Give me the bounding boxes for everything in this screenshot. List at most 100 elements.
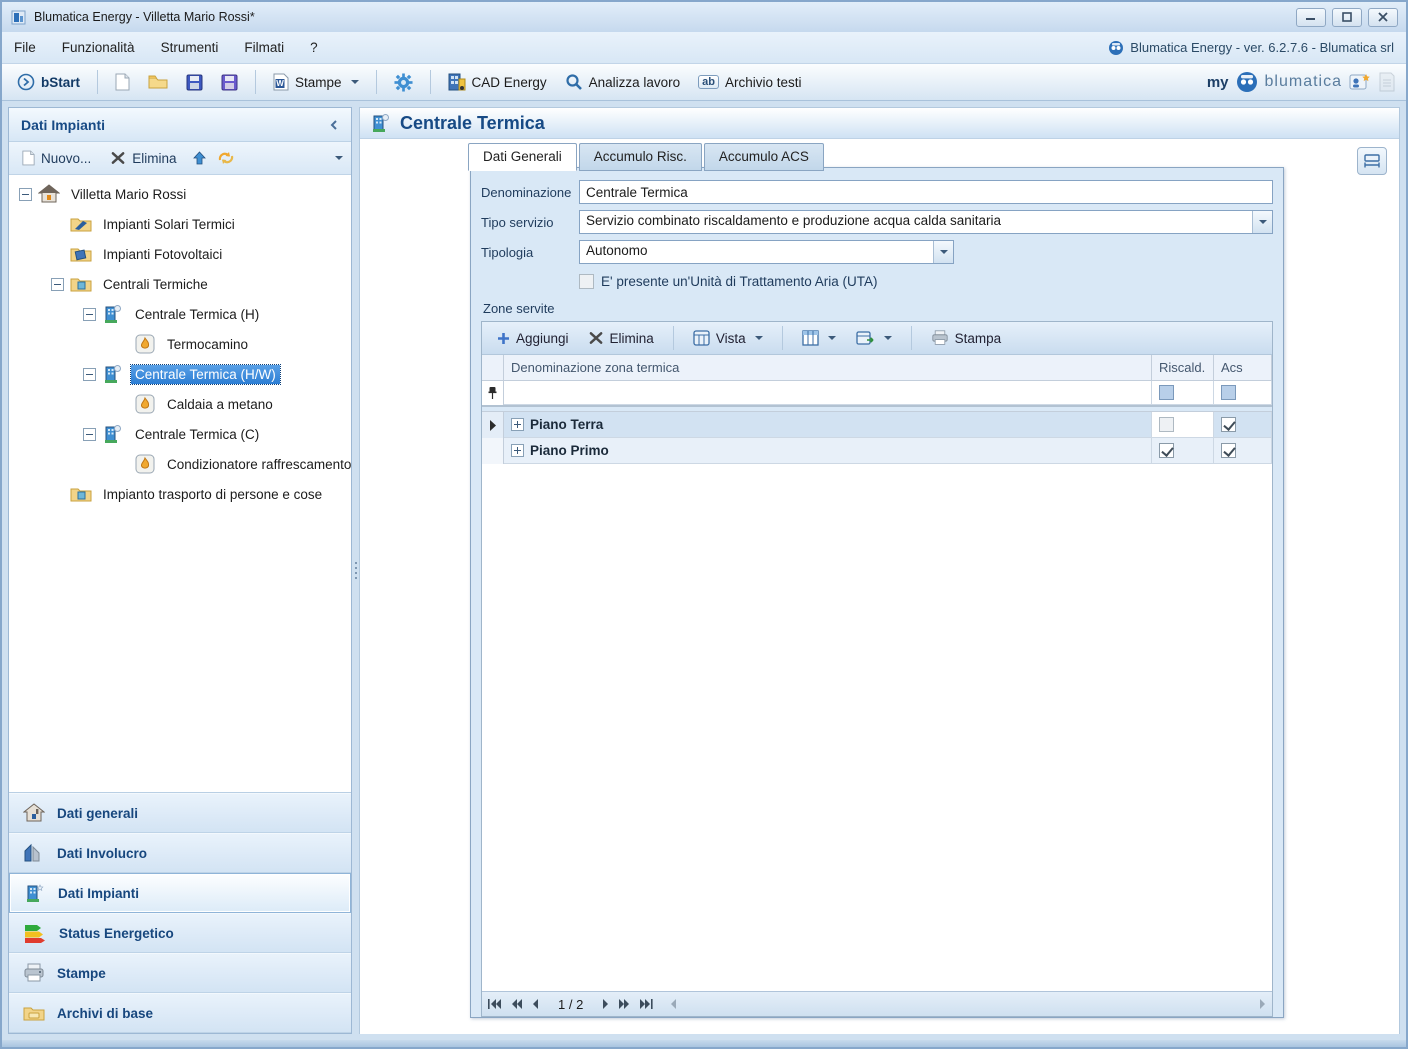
my-blumatica-logo-icon[interactable] <box>1236 71 1258 93</box>
uta-checkbox[interactable] <box>579 274 594 289</box>
acs-checkbox[interactable] <box>1214 412 1272 438</box>
aggiungi-button[interactable]: Aggiungi <box>492 328 574 349</box>
expand-row-icon[interactable] <box>511 418 524 431</box>
nav-status-energetico[interactable]: Status Energetico <box>9 913 351 953</box>
expand-row-icon[interactable] <box>511 444 524 457</box>
elimina-button[interactable]: Elimina <box>106 148 181 169</box>
tipo-servizio-select[interactable]: Servizio combinato riscaldamento e produ… <box>579 210 1273 234</box>
table-row-piano-terra[interactable]: Piano Terra <box>482 412 1272 438</box>
column-acs[interactable]: Acs <box>1214 355 1272 380</box>
tree-options-dropdown-icon[interactable] <box>335 156 343 160</box>
chevron-down-icon[interactable] <box>933 241 953 263</box>
collapse-node-icon[interactable] <box>19 188 32 201</box>
nav-stampe[interactable]: Stampe <box>9 953 351 993</box>
filter-name-input[interactable] <box>504 381 1152 405</box>
collapse-panel-icon[interactable] <box>329 119 339 131</box>
minimize-button[interactable] <box>1296 8 1326 27</box>
nav-dati-involucro[interactable]: Dati Involucro <box>9 833 351 873</box>
tree-item-condizionatore[interactable]: Condizionatore raffrescamento <box>9 449 351 479</box>
menu-help[interactable]: ? <box>310 40 318 55</box>
last-page-button[interactable] <box>639 999 653 1009</box>
maximize-button[interactable] <box>1332 8 1362 27</box>
menu-strumenti[interactable]: Strumenti <box>161 40 219 55</box>
riscald-checkbox[interactable] <box>1152 412 1214 438</box>
vista-button[interactable]: Vista <box>688 327 768 349</box>
panel-splitter[interactable] <box>352 107 359 1034</box>
tree-item-centrali-termiche[interactable]: Centrali Termiche <box>9 269 351 299</box>
tab-accumulo-acs[interactable]: Accumulo ACS <box>704 143 824 171</box>
tree-item-villetta[interactable]: Villetta Mario Rossi <box>9 179 351 209</box>
fast-next-button[interactable] <box>618 999 630 1009</box>
move-up-icon[interactable] <box>192 151 207 166</box>
nav-archivi-di-base[interactable]: Archivi di base <box>9 993 351 1033</box>
prev-page-button[interactable] <box>532 999 539 1009</box>
refresh-icon[interactable] <box>217 150 235 166</box>
menu-filmati[interactable]: Filmati <box>244 40 284 55</box>
analizza-lavoro-button[interactable]: Analizza lavoro <box>560 70 686 94</box>
riscald-checkbox[interactable] <box>1152 438 1214 464</box>
settings-button[interactable] <box>389 70 418 95</box>
open-folder-icon <box>148 74 168 90</box>
chevron-down-icon <box>884 336 892 340</box>
tab-accumulo-risc[interactable]: Accumulo Risc. <box>579 143 702 171</box>
open-button[interactable] <box>143 71 173 93</box>
column-chooser-button[interactable] <box>797 327 841 349</box>
first-page-button[interactable] <box>488 999 502 1009</box>
scroll-right-icon[interactable] <box>1259 999 1266 1009</box>
export-button[interactable] <box>851 327 897 349</box>
column-riscald[interactable]: Riscald. <box>1152 355 1214 380</box>
bstart-button[interactable]: bStart <box>12 70 85 94</box>
pin-icon[interactable] <box>482 381 504 405</box>
stampa-button[interactable]: Stampa <box>926 327 1007 349</box>
collapse-node-icon[interactable] <box>83 368 96 381</box>
nuovo-button[interactable]: Nuovo... <box>17 147 96 169</box>
cad-energy-button[interactable]: CAD Energy <box>443 70 552 94</box>
save-all-button[interactable] <box>216 71 243 94</box>
tree-item-termocamino[interactable]: Termocamino <box>9 329 351 359</box>
toolbar-separator <box>97 70 98 94</box>
menu-funzionalita[interactable]: Funzionalità <box>62 40 135 55</box>
printer-icon <box>23 963 45 983</box>
view-grid-icon <box>693 330 710 346</box>
filter-riscald-checkbox[interactable] <box>1152 381 1214 405</box>
table-row-piano-primo[interactable]: Piano Primo <box>482 438 1272 464</box>
filter-acs-checkbox[interactable] <box>1214 381 1272 405</box>
my-blumatica-link[interactable]: my <box>1207 74 1229 91</box>
archivio-testi-button[interactable]: ab Archivio testi <box>693 72 806 93</box>
module-nav: Dati generali Dati Involucro Dati Impian… <box>9 792 351 1033</box>
tree-item-trasporto[interactable]: Impianto trasporto di persone e cose <box>9 479 351 509</box>
collapse-node-icon[interactable] <box>83 428 96 441</box>
tab-strip: Dati Generali Accumulo Risc. Accumulo AC… <box>468 143 826 171</box>
title-bar: Blumatica Energy - Villetta Mario Rossi* <box>2 2 1406 32</box>
tree-item-solari[interactable]: Impianti Solari Termici <box>9 209 351 239</box>
blumatica-logo-icon <box>1108 40 1124 56</box>
collapse-node-icon[interactable] <box>83 308 96 321</box>
tree-item-fotovoltaici[interactable]: Impianti Fotovoltaici <box>9 239 351 269</box>
stampe-button[interactable]: W Stampe <box>268 70 364 94</box>
nav-dati-generali[interactable]: Dati generali <box>9 793 351 833</box>
acs-checkbox[interactable] <box>1214 438 1272 464</box>
fast-prev-button[interactable] <box>511 999 523 1009</box>
filter-row[interactable] <box>482 381 1272 407</box>
tree-item-centrale-hw[interactable]: Centrale Termica (H/W) <box>9 359 351 389</box>
nav-dati-impianti[interactable]: Dati Impianti <box>9 873 351 913</box>
close-button[interactable] <box>1368 8 1398 27</box>
scroll-left-icon[interactable] <box>670 999 677 1009</box>
user-account-icon[interactable] <box>1349 72 1371 92</box>
next-page-button[interactable] <box>602 999 609 1009</box>
collapse-node-icon[interactable] <box>51 278 64 291</box>
save-button[interactable] <box>181 71 208 94</box>
tab-dati-generali[interactable]: Dati Generali <box>468 143 577 171</box>
tree-item-centrale-c[interactable]: Centrale Termica (C) <box>9 419 351 449</box>
chevron-down-icon[interactable] <box>1252 211 1272 233</box>
new-file-button[interactable] <box>110 70 135 94</box>
sidebar-header: Dati Impianti <box>9 108 351 142</box>
menu-file[interactable]: File <box>14 40 36 55</box>
column-denominazione[interactable]: Denominazione zona termica <box>504 355 1152 380</box>
tree-item-centrale-h[interactable]: Centrale Termica (H) <box>9 299 351 329</box>
tipologia-select[interactable]: Autonomo <box>579 240 954 264</box>
elimina-zona-button[interactable]: Elimina <box>584 328 659 349</box>
denominazione-input[interactable] <box>579 180 1273 204</box>
tree-item-caldaia[interactable]: Caldaia a metano <box>9 389 351 419</box>
fit-width-button[interactable] <box>1357 147 1387 175</box>
